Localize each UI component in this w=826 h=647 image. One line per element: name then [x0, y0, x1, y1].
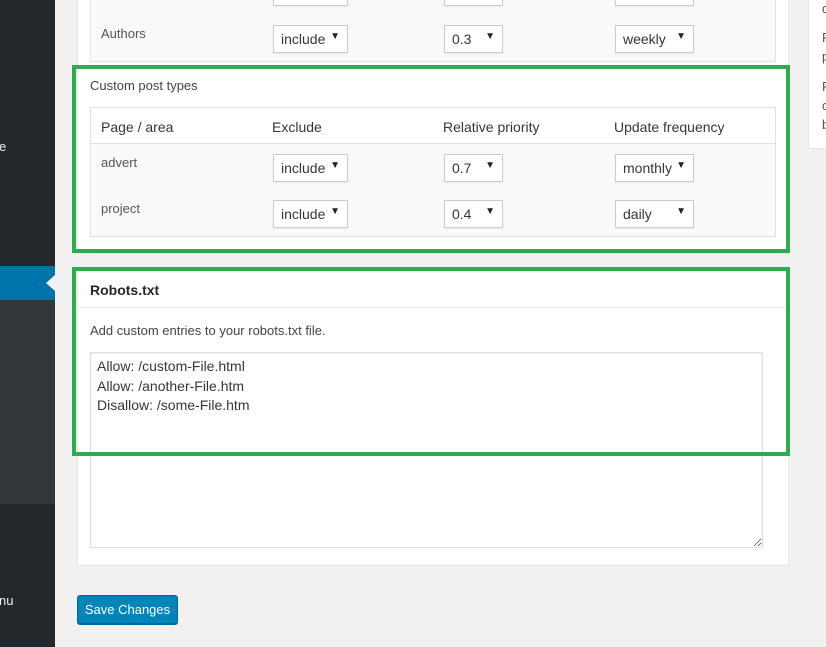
column-header-exclude: Exclude: [272, 119, 322, 135]
project-frequency-select[interactable]: daily ▼: [615, 200, 694, 228]
cutoff-select[interactable]: [273, 0, 348, 6]
column-header-page: Page / area: [101, 119, 174, 135]
chevron-down-icon: ▼: [330, 160, 340, 171]
robots-box-header: Robots.txt: [78, 271, 788, 308]
select-value: 0.7: [452, 160, 472, 176]
side-text-fragment: P: [822, 79, 826, 94]
select-value: daily: [623, 206, 652, 222]
select-value: 0.3: [452, 31, 472, 47]
chevron-down-icon: ▼: [485, 160, 495, 171]
authors-frequency-select[interactable]: weekly ▼: [615, 25, 694, 53]
authors-priority-select[interactable]: 0.3 ▼: [444, 25, 503, 53]
advert-priority-select[interactable]: 0.7 ▼: [444, 154, 503, 182]
robots-textarea[interactable]: Allow: /custom-File.html Allow: /another…: [90, 352, 763, 548]
select-value: monthly: [623, 160, 673, 176]
select-value: include: [281, 31, 326, 47]
cutoff-select[interactable]: [615, 0, 694, 6]
select-value: 0.4: [452, 206, 472, 222]
current-menu-arrow-icon: [46, 275, 55, 291]
robots-txt-box: Robots.txt Add custom entries to your ro…: [77, 270, 789, 566]
side-text-fragment: d: [822, 1, 826, 16]
project-priority-select[interactable]: 0.4 ▼: [444, 200, 503, 228]
chevron-down-icon: ▼: [676, 160, 686, 171]
side-text-fragment: b: [822, 117, 826, 132]
admin-submenu: [0, 299, 55, 504]
admin-sidebar: e nu: [0, 0, 55, 647]
advert-exclude-select[interactable]: include ▼: [273, 154, 348, 182]
chevron-down-icon: ▼: [330, 206, 340, 217]
side-text-fragment: p: [822, 49, 826, 64]
robots-box-title: Robots.txt: [90, 282, 160, 298]
side-text-fragment: P: [822, 30, 826, 45]
project-exclude-select[interactable]: include ▼: [273, 200, 348, 228]
admin-menu-label-fragment[interactable]: e: [0, 139, 6, 154]
column-header-frequency: Update frequency: [614, 119, 725, 135]
advert-frequency-select[interactable]: monthly ▼: [615, 154, 694, 182]
robots-description: Add custom entries to your robots.txt fi…: [90, 323, 326, 338]
table-row-label: advert: [101, 155, 138, 170]
table-row-label: project: [101, 201, 141, 216]
save-changes-button[interactable]: Save Changes: [77, 595, 178, 624]
cutoff-select[interactable]: [444, 0, 503, 6]
side-text-fragment: c: [822, 98, 826, 113]
table-header: Page / area Exclude Relative priority Up…: [91, 108, 775, 144]
authors-row-label: Authors: [101, 26, 146, 41]
chevron-down-icon: ▼: [676, 31, 686, 42]
select-value: include: [281, 160, 326, 176]
chevron-down-icon: ▼: [485, 206, 495, 217]
select-value: weekly: [623, 31, 666, 47]
chevron-down-icon: ▼: [330, 31, 340, 42]
column-header-priority: Relative priority: [443, 119, 540, 135]
select-value: include: [281, 206, 326, 222]
side-info-box: d P p P c b: [808, 0, 826, 149]
authors-exclude-select[interactable]: include ▼: [273, 25, 348, 53]
collapse-menu-label-fragment[interactable]: nu: [0, 593, 13, 608]
custom-post-types-title: Custom post types: [90, 78, 198, 93]
chevron-down-icon: ▼: [485, 31, 495, 42]
chevron-down-icon: ▼: [676, 206, 686, 217]
